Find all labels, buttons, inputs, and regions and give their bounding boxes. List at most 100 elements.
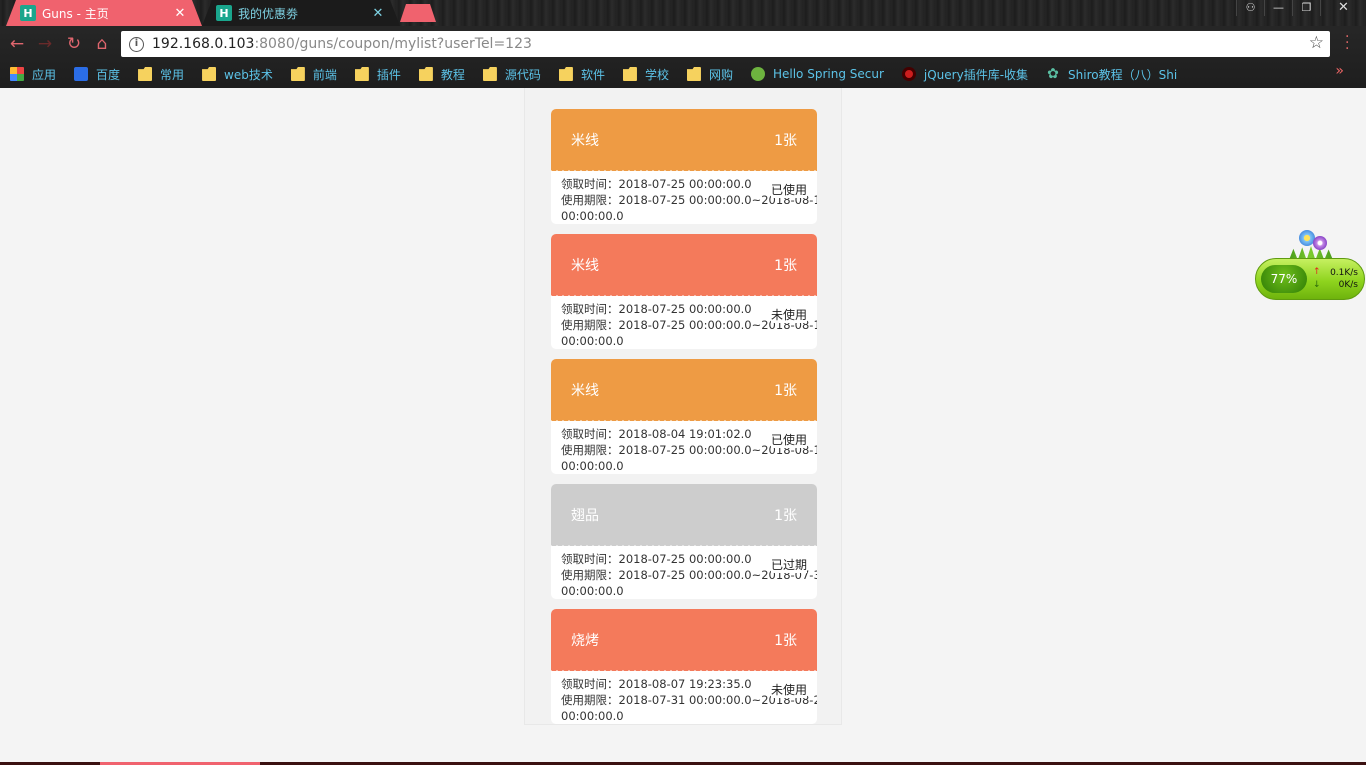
folder-icon — [686, 67, 701, 81]
back-arrow-icon[interactable]: ← — [7, 34, 27, 54]
coupon-quantity: 1张 — [774, 383, 797, 399]
window-controls: ⚇ — ❐ ✕ — [1236, 0, 1366, 18]
bookmarks-overflow-icon[interactable]: » — [1335, 63, 1344, 79]
bookmarks-bar: 应用 百度 常用 web技术 前端 插件 教程 源代码 软件 学校 网购 Hel… — [0, 62, 1366, 86]
bookmark-label: 源代码 — [504, 67, 541, 82]
info-icon[interactable]: i — [129, 36, 144, 52]
bookmark-label: web技术 — [224, 67, 273, 82]
coupon-details: 领取时间：2018-07-25 00:00:00.0 使用期限：2018-07-… — [551, 296, 817, 349]
coupon-quantity: 1张 — [774, 508, 797, 524]
coupon-details: 领取时间：2018-07-25 00:00:00.0 使用期限：2018-07-… — [551, 171, 817, 224]
bookmark-label: 常用 — [160, 67, 185, 82]
coupon-header: 烧烤 1张 — [551, 609, 817, 675]
folder-icon — [418, 67, 433, 81]
tab-strip: H Guns - 主页 ✕ H 我的优惠劵 ✕ ⚇ — ❐ ✕ — [0, 0, 1366, 26]
coupon-name: 翅品 — [571, 508, 599, 524]
folder-icon — [482, 67, 497, 81]
bookmark-label: 网购 — [708, 67, 733, 82]
coupon-details: 领取时间：2018-07-25 00:00:00.0 使用期限：2018-07-… — [551, 546, 817, 599]
coupon-header: 翅品 1张 — [551, 484, 817, 550]
coupon-name: 米线 — [571, 258, 599, 274]
upload-arrow-icon: ↑ — [1313, 267, 1321, 277]
upload-speed: 0.1K/s — [1330, 268, 1358, 278]
bookmark-folder-source[interactable]: 源代码 — [482, 66, 541, 83]
coupon-card[interactable]: 米线 1张 领取时间：2018-07-25 00:00:00.0 使用期限：20… — [551, 234, 817, 349]
bookmark-folder-school[interactable]: 学校 — [622, 66, 669, 83]
coupon-quantity: 1张 — [774, 633, 797, 649]
home-icon[interactable]: ⌂ — [92, 34, 112, 54]
jquery-icon — [901, 67, 916, 81]
bookmark-label: 插件 — [376, 67, 401, 82]
coupon-status: 未使用 — [770, 682, 807, 698]
h-favicon-icon: H — [216, 5, 232, 21]
coupon-validity-end-time: 00:00:00.0 — [561, 334, 624, 348]
bookmark-label: jQuery插件库-收集 — [923, 67, 1029, 82]
bookmark-folder-plugins[interactable]: 插件 — [354, 66, 401, 83]
bookmark-folder-tutorials[interactable]: 教程 — [418, 66, 465, 83]
coupon-name: 米线 — [571, 133, 599, 149]
coupon-status: 已过期 — [770, 557, 807, 573]
minimize-button[interactable]: — — [1264, 0, 1292, 16]
tab-guns-home[interactable]: H Guns - 主页 ✕ — [6, 0, 202, 26]
memory-usage-gauge: 77% — [1261, 265, 1307, 293]
coupon-validity-end-time: 00:00:00.0 — [561, 459, 624, 473]
url-text[interactable]: 192.168.0.103:8080/guns/coupon/mylist?us… — [152, 36, 532, 52]
coupon-list: 米线 1张 领取时间：2018-07-25 00:00:00.0 使用期限：20… — [524, 88, 842, 725]
close-window-button[interactable]: ✕ — [1320, 0, 1366, 16]
address-bar[interactable]: i 192.168.0.103:8080/guns/coupon/mylist?… — [121, 31, 1330, 57]
coupon-quantity: 1张 — [774, 133, 797, 149]
bookmark-folder-shopping[interactable]: 网购 — [686, 66, 733, 83]
bookmark-folder-web[interactable]: web技术 — [202, 66, 273, 83]
network-speed-widget[interactable]: 77% ↑ 0.1K/s ↓ 0K/s — [1253, 228, 1366, 304]
new-tab-button[interactable] — [400, 4, 436, 22]
shiro-icon: ✿ — [1047, 66, 1059, 82]
bookmark-label: 百度 — [96, 67, 121, 82]
coupon-card[interactable]: 烧烤 1张 领取时间：2018-08-07 19:23:35.0 使用期限：20… — [551, 609, 817, 724]
bookmark-folder-software[interactable]: 软件 — [558, 66, 605, 83]
h-favicon-icon: H — [20, 5, 36, 21]
folder-icon — [138, 67, 153, 81]
coupon-card[interactable]: 翅品 1张 领取时间：2018-07-25 00:00:00.0 使用期限：20… — [551, 484, 817, 599]
bookmark-label: 前端 — [312, 67, 337, 82]
coupon-header: 米线 1张 — [551, 109, 817, 175]
coupon-validity-end-time: 00:00:00.0 — [561, 584, 624, 598]
tab-my-coupons[interactable]: H 我的优惠劵 ✕ — [202, 0, 400, 26]
folder-icon — [354, 67, 369, 81]
bookmark-label: Hello Spring Secur — [772, 67, 884, 81]
coupon-card[interactable]: 米线 1张 领取时间：2018-08-04 19:01:02.0 使用期限：20… — [551, 359, 817, 474]
folder-icon — [558, 67, 573, 81]
close-icon[interactable]: ✕ — [172, 6, 188, 21]
close-icon[interactable]: ✕ — [370, 6, 386, 21]
forward-arrow-icon[interactable]: → — [35, 34, 55, 54]
bookmark-apps[interactable]: 应用 — [10, 66, 56, 83]
bookmark-folder-common[interactable]: 常用 — [138, 66, 184, 83]
coupon-header: 米线 1张 — [551, 359, 817, 425]
coupon-status: 已使用 — [770, 432, 807, 448]
bookmark-spring-security[interactable]: Hello Spring Secur — [750, 67, 884, 81]
coupon-name: 烧烤 — [571, 633, 599, 649]
browser-chrome: H Guns - 主页 ✕ H 我的优惠劵 ✕ ⚇ — ❐ ✕ ← → ↻ ⌂ … — [0, 0, 1366, 88]
user-profile-icon[interactable]: ⚇ — [1236, 0, 1264, 16]
bookmark-label: Shiro教程（八）Shi — [1068, 67, 1178, 82]
reload-icon[interactable]: ↻ — [64, 34, 84, 54]
folder-icon — [202, 67, 217, 81]
folder-icon — [290, 67, 305, 81]
bookmark-star-icon[interactable]: ☆ — [1309, 33, 1324, 53]
coupon-details: 领取时间：2018-08-04 19:01:02.0 使用期限：2018-07-… — [551, 421, 817, 474]
coupon-status: 已使用 — [770, 182, 807, 198]
coupon-validity-end-time: 00:00:00.0 — [561, 709, 624, 723]
spring-leaf-icon — [750, 67, 765, 81]
bookmark-label: 应用 — [32, 67, 57, 82]
bookmark-baidu[interactable]: 百度 — [74, 66, 120, 83]
restore-button[interactable]: ❐ — [1292, 0, 1320, 16]
bookmark-folder-frontend[interactable]: 前端 — [290, 66, 337, 83]
browser-menu-icon[interactable]: · · · — [1345, 30, 1349, 56]
download-arrow-icon: ↓ — [1313, 280, 1321, 290]
bookmark-shiro-tutorial[interactable]: ✿ Shiro教程（八）Shi — [1046, 66, 1177, 83]
coupon-card[interactable]: 米线 1张 领取时间：2018-07-25 00:00:00.0 使用期限：20… — [551, 109, 817, 224]
coupon-quantity: 1张 — [774, 258, 797, 274]
coupon-header: 米线 1张 — [551, 234, 817, 300]
bookmark-jquery-plugins[interactable]: jQuery插件库-收集 — [901, 66, 1029, 83]
coupon-details: 领取时间：2018-08-07 19:23:35.0 使用期限：2018-07-… — [551, 671, 817, 724]
bookmark-label: 软件 — [580, 67, 605, 82]
